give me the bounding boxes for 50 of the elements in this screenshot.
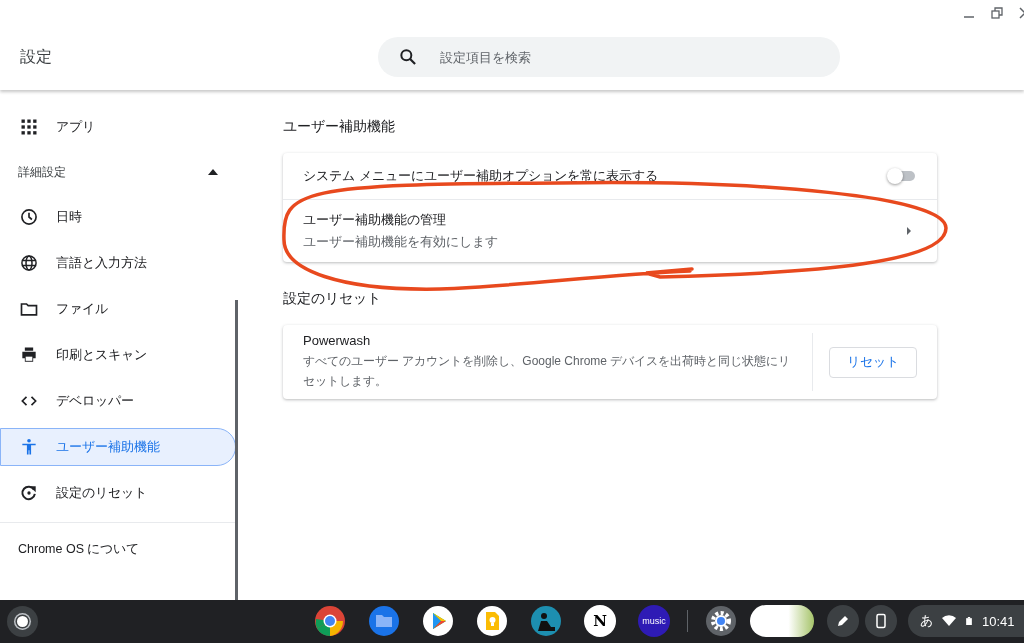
wifi-icon <box>942 614 956 628</box>
sidebar-heading[interactable]: 詳細設定 <box>0 150 236 194</box>
sidebar-item[interactable]: アプリ <box>0 104 236 150</box>
folder-icon[interactable] <box>368 605 400 637</box>
setting-description: ユーザー補助機能を有効にします <box>303 233 499 251</box>
apps-icon <box>19 117 39 137</box>
caret-icon <box>208 169 218 175</box>
notion-app-icon[interactable]: N <box>584 605 616 637</box>
battery-icon <box>965 614 973 628</box>
accessibility-icon <box>19 437 39 457</box>
section-title: ユーザー補助機能 <box>283 118 396 136</box>
about-link[interactable]: Chrome OS について <box>0 523 158 576</box>
status-tray[interactable]: あ 10:41 <box>908 605 1024 637</box>
toggle-switch[interactable] <box>887 168 917 184</box>
clock-icon <box>19 207 39 227</box>
chevron-icon[interactable] <box>905 226 913 236</box>
phone-button[interactable] <box>865 605 897 637</box>
restore-icon[interactable] <box>990 6 1004 20</box>
reader-icon[interactable] <box>530 605 562 637</box>
sidebar-item[interactable]: ファイル <box>0 286 236 332</box>
phone-icon <box>873 613 889 629</box>
section-title: 設定のリセット <box>283 290 382 308</box>
bulb-icon[interactable] <box>476 605 508 637</box>
clock-time: 10:41 <box>982 613 1015 629</box>
setting-description: すべてのユーザー アカウントを削除し、Google Chrome デバイスを出荷時と同じ状態にリセットします。 <box>303 353 792 390</box>
setting-label[interactable]: ユーザー補助機能の管理 <box>303 210 905 229</box>
window-title: 設定 <box>19 46 53 67</box>
launcher-button[interactable] <box>7 606 38 637</box>
sidebar-item[interactable]: 設定のリセット <box>0 470 236 516</box>
sidebar-item[interactable]: 言語と入力方法 <box>0 240 236 286</box>
section-label: 詳細設定 <box>18 163 66 181</box>
scrollbar[interactable] <box>235 300 238 600</box>
browser-icon[interactable] <box>314 605 346 637</box>
gear-icon[interactable] <box>705 605 737 637</box>
pen-icon <box>835 613 851 629</box>
input-method-label: あ <box>920 612 933 630</box>
music-app-icon[interactable]: music <box>638 605 670 637</box>
printer-icon <box>19 345 39 365</box>
photo-placeholder[interactable] <box>750 605 814 637</box>
globe-icon <box>19 253 39 273</box>
sidebar-item[interactable]: デベロッパー <box>0 378 236 424</box>
reset-icon <box>19 483 39 503</box>
sidebar-item[interactable]: 日時 <box>0 194 236 240</box>
search-field[interactable]: 設定項目を検索 <box>378 37 840 77</box>
reset-button[interactable]: リセット <box>829 346 917 378</box>
sidebar-item[interactable]: ユーザー補助機能 <box>0 428 236 466</box>
stylus-button[interactable] <box>827 605 859 637</box>
search-icon <box>398 47 418 67</box>
sidebar-item[interactable]: 印刷とスキャン <box>0 332 236 378</box>
setting-label: Powerwash <box>303 333 372 348</box>
